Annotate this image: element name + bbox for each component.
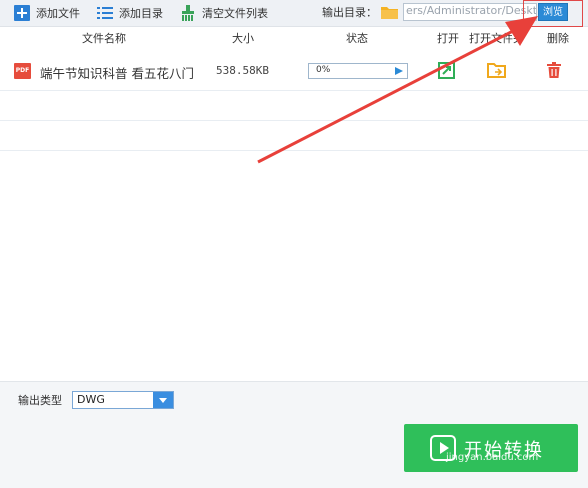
chevron-down-icon[interactable]: [153, 392, 173, 408]
header-name: 文件名称: [82, 32, 126, 45]
play-icon[interactable]: [395, 67, 403, 75]
watermark-text: jingyan.baidu.com: [446, 452, 539, 463]
output-type-select[interactable]: DWG: [72, 391, 174, 409]
folder-icon[interactable]: [381, 5, 398, 19]
pdf-icon: PDF: [14, 63, 31, 79]
start-convert-button[interactable]: 开始转换: [404, 424, 578, 472]
header-status: 状态: [346, 32, 368, 45]
header-open: 打开: [437, 32, 459, 45]
add-directory-button[interactable]: 添加目录: [97, 0, 163, 26]
plus-icon: [14, 5, 30, 21]
table-header: 文件名称 大小 状态 打开 打开文件夹 删除: [0, 27, 588, 51]
clear-list-button[interactable]: 清空文件列表: [180, 0, 268, 26]
progress-text: 0%: [316, 65, 331, 75]
add-file-button[interactable]: 添加文件: [14, 0, 80, 26]
progress-bar: 0%: [308, 63, 408, 79]
broom-icon: [182, 5, 194, 21]
clear-list-label: 清空文件列表: [202, 7, 268, 20]
list-icon: [97, 7, 113, 19]
header-size: 大小: [232, 32, 254, 45]
browse-button[interactable]: 浏览: [538, 3, 568, 21]
open-file-icon[interactable]: [438, 62, 455, 79]
output-dir-label: 输出目录：: [322, 6, 377, 19]
file-name: 端午节知识科普 看五花八门: [40, 66, 194, 81]
toolbar: 添加文件 添加目录 清空文件列表 输出目录： ers/Administrator…: [0, 0, 588, 27]
open-folder-icon[interactable]: [487, 62, 506, 78]
output-path-input[interactable]: ers/Administrator/Desktop: [403, 3, 537, 21]
add-directory-label: 添加目录: [119, 7, 163, 20]
add-file-label: 添加文件: [36, 7, 80, 20]
header-open-folder: 打开文件夹: [469, 32, 521, 45]
row-separators: [0, 90, 588, 151]
file-size: 538.58KB: [216, 64, 269, 77]
trash-icon[interactable]: [547, 62, 561, 78]
header-delete: 删除: [547, 32, 569, 45]
output-type-value: DWG: [77, 393, 105, 406]
table-row[interactable]: PDF 端午节知识科普 看五花八门 538.58KB 0%: [0, 52, 588, 90]
output-type-label: 输出类型: [18, 394, 62, 407]
